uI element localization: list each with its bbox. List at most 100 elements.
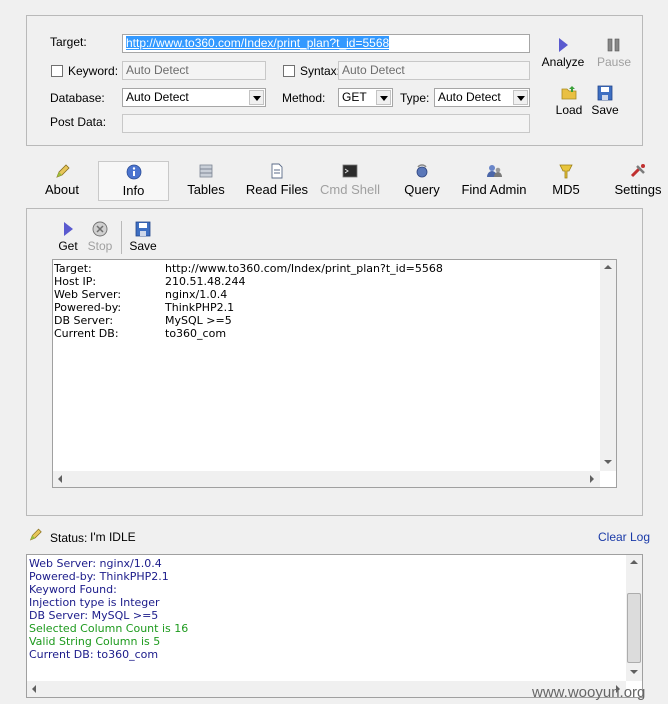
admin-icon: [487, 165, 502, 177]
database-label: Database:: [50, 91, 105, 105]
syntax-checkbox[interactable]: [283, 65, 295, 77]
tab-read-files-label: Read Files: [245, 182, 309, 197]
stop-button[interactable]: Stop: [84, 221, 116, 253]
info-list[interactable]: Target: http://www.to360.com/Index/print…: [52, 259, 617, 488]
scroll-up-icon[interactable]: [600, 260, 616, 276]
tab-md5[interactable]: MD5: [545, 161, 587, 201]
keyword-input[interactable]: Auto Detect: [122, 61, 266, 80]
floppy-icon: [597, 85, 613, 101]
save-button[interactable]: Save: [588, 85, 622, 117]
post-data-label: Post Data:: [50, 115, 107, 129]
log-line: Powered-by: ThinkPHP2.1: [29, 570, 169, 583]
tab-settings-label: Settings: [614, 182, 662, 197]
load-button[interactable]: Load: [550, 85, 588, 117]
method-select[interactable]: GET: [338, 88, 393, 107]
key-icon: [559, 164, 573, 179]
load-label: Load: [555, 103, 583, 117]
tab-info[interactable]: Info: [98, 161, 169, 201]
tables-icon: [199, 164, 213, 178]
tab-about-label: About: [45, 182, 79, 197]
info-save-label: Save: [129, 239, 157, 253]
status-pen-icon: [29, 528, 42, 541]
type-label: Type:: [400, 91, 430, 105]
play-icon: [559, 38, 568, 52]
info-row-key: Web Server:: [54, 288, 122, 301]
chevron-down-icon: [376, 90, 391, 105]
log-line: Keyword Found:: [29, 583, 117, 596]
tab-query-label: Query: [404, 182, 440, 197]
info-row-key: Host IP:: [54, 275, 97, 288]
method-select-value: GET: [342, 90, 367, 104]
keyword-checkbox[interactable]: [51, 65, 63, 77]
status-label: Status:: [50, 531, 88, 545]
log-line: Current DB: to360_com: [29, 648, 159, 661]
tab-settings[interactable]: Settings: [610, 161, 666, 201]
info-horizontal-scrollbar[interactable]: [53, 471, 600, 487]
tab-find-admin-label: Find Admin: [461, 182, 527, 197]
analyze-label: Analyze: [541, 55, 585, 69]
keyword-label: Keyword:: [68, 64, 119, 78]
pen-icon: [56, 164, 70, 178]
tab-info-label: Info: [122, 183, 145, 198]
type-select[interactable]: Auto Detect: [434, 88, 530, 107]
info-row-value: to360_com: [165, 327, 227, 340]
tab-cmd-shell[interactable]: Cmd Shell: [317, 161, 383, 201]
tab-cmd-shell-label: Cmd Shell: [320, 182, 380, 197]
syntax-input[interactable]: Auto Detect: [338, 61, 530, 80]
stop-label: Stop: [87, 239, 113, 253]
log-scroll-thumb[interactable]: [627, 593, 641, 663]
pause-button[interactable]: Pause: [594, 37, 634, 69]
toolbar-separator: [121, 221, 122, 254]
tab-read-files[interactable]: Read Files: [243, 161, 311, 201]
analyze-button[interactable]: Analyze: [538, 37, 588, 69]
log-output[interactable]: Web Server: nginx/1.0.4 Powered-by: Thin…: [26, 554, 643, 698]
watermark: www.wooyun.org: [532, 684, 646, 701]
tab-find-admin[interactable]: Find Admin: [457, 161, 531, 201]
scroll-left-icon[interactable]: [27, 681, 43, 697]
file-icon: [271, 163, 283, 179]
log-line: Web Server: nginx/1.0.4: [29, 557, 162, 570]
scroll-down-icon[interactable]: [600, 455, 616, 471]
tab-tables-label: Tables: [187, 182, 225, 197]
post-data-input[interactable]: [122, 114, 530, 133]
floppy-icon: [135, 221, 151, 237]
play-icon: [64, 222, 73, 236]
tab-tables[interactable]: Tables: [181, 161, 231, 201]
info-save-button[interactable]: Save: [126, 221, 160, 253]
log-line: Injection type is Integer: [29, 596, 160, 609]
info-row-value: nginx/1.0.4: [165, 288, 228, 301]
log-line: Selected Column Count is 16: [29, 622, 189, 635]
log-line: Valid String Column is 5: [29, 635, 161, 648]
scroll-left-icon[interactable]: [53, 471, 69, 487]
target-input-value: http://www.to360.com/Index/print_plan?t_…: [126, 36, 390, 50]
scroll-down-icon[interactable]: [626, 665, 642, 681]
scroll-right-icon[interactable]: [584, 471, 600, 487]
target-label: Target:: [50, 35, 87, 49]
status-value: I'm IDLE: [90, 530, 136, 544]
syntax-label: Syntax:: [300, 64, 341, 78]
get-button[interactable]: Get: [54, 221, 82, 253]
terminal-icon: [342, 164, 358, 178]
chevron-down-icon: [249, 90, 264, 105]
clear-log-link[interactable]: Clear Log: [598, 530, 650, 544]
stop-icon: [92, 221, 108, 237]
tab-query[interactable]: Query: [399, 161, 445, 201]
folder-icon: [561, 86, 577, 100]
tab-about[interactable]: About: [38, 161, 86, 201]
method-label: Method:: [282, 91, 326, 105]
pause-icon: [607, 38, 620, 52]
info-row-value: MySQL >=5: [165, 314, 232, 327]
info-vertical-scrollbar[interactable]: [600, 260, 616, 471]
log-vertical-scrollbar[interactable]: [626, 555, 642, 681]
scroll-up-icon[interactable]: [626, 555, 642, 571]
database-select-value: Auto Detect: [126, 90, 189, 104]
save-label: Save: [591, 103, 619, 117]
target-input[interactable]: http://www.to360.com/Index/print_plan?t_…: [122, 34, 530, 53]
query-icon: [416, 164, 428, 178]
database-select[interactable]: Auto Detect: [122, 88, 266, 107]
pause-label: Pause: [596, 55, 632, 69]
tab-md5-label: MD5: [552, 182, 580, 197]
info-row-key: Target:: [54, 262, 92, 275]
info-row-value: 210.51.48.244: [165, 275, 246, 288]
info-icon: [126, 164, 141, 180]
